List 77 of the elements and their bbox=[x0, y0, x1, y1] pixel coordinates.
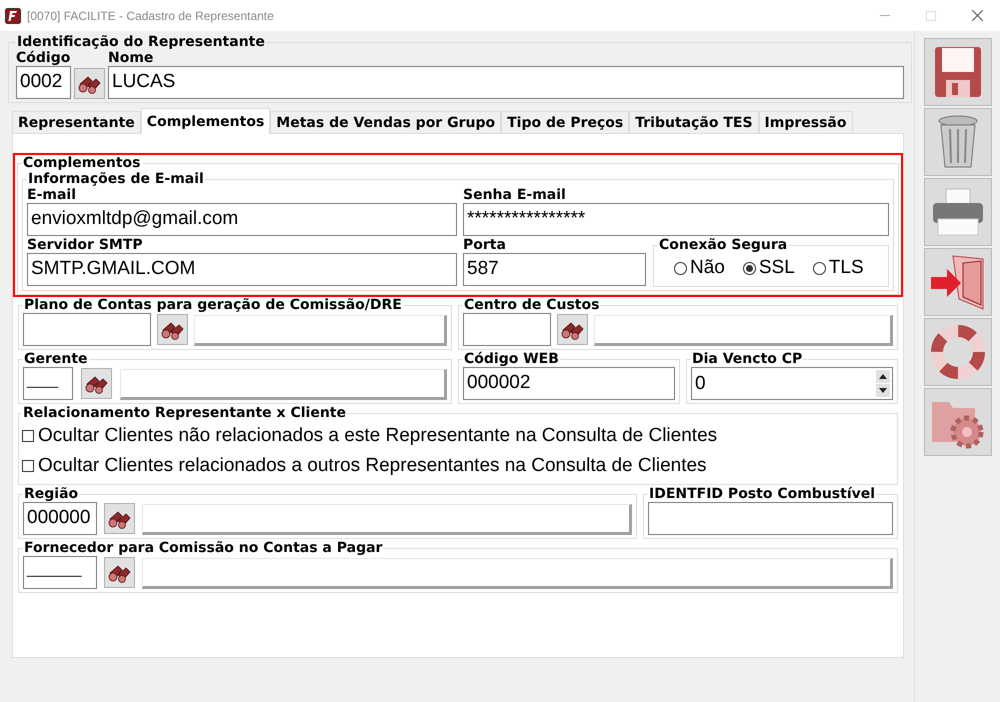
tab[interactable]: Complementos bbox=[140, 108, 270, 134]
spin-up-icon[interactable] bbox=[876, 370, 890, 383]
lifebuoy-icon bbox=[930, 324, 986, 380]
toolbar-button[interactable] bbox=[924, 318, 992, 386]
radio-option[interactable]: TLS bbox=[812, 253, 864, 283]
group-title: Informações de E-mail bbox=[27, 171, 205, 187]
group-title: Centro de Custos bbox=[463, 297, 600, 313]
input-field[interactable] bbox=[648, 502, 893, 535]
search-button[interactable] bbox=[81, 368, 112, 399]
input-field[interactable]: 587 bbox=[463, 253, 646, 286]
search-button[interactable] bbox=[557, 314, 588, 345]
close-icon bbox=[972, 10, 982, 21]
toolbar-button[interactable] bbox=[924, 38, 992, 106]
toolbar-button[interactable] bbox=[924, 108, 992, 176]
input-field[interactable]: ____ bbox=[23, 367, 73, 400]
toolbar-button[interactable] bbox=[924, 248, 992, 316]
tab[interactable]: Representante bbox=[12, 111, 141, 133]
input-field[interactable]: 000000 bbox=[23, 502, 97, 535]
field-label: Código bbox=[16, 50, 71, 66]
group-title: Relacionamento Representante x Cliente bbox=[22, 405, 347, 421]
app-logo-icon bbox=[5, 8, 21, 24]
input-field[interactable]: _______ bbox=[23, 556, 97, 589]
spin-down-icon[interactable] bbox=[876, 384, 890, 397]
binoculars-icon bbox=[160, 320, 184, 340]
toolbar-button[interactable] bbox=[924, 388, 992, 456]
radio-button[interactable] bbox=[742, 262, 756, 274]
input-field[interactable] bbox=[23, 313, 151, 346]
group-title: Fornecedor para Comissão no Contas a Pagar bbox=[23, 540, 384, 556]
field-value: 0 bbox=[695, 372, 707, 396]
group-title: Conexão Segura bbox=[658, 237, 788, 253]
input-field[interactable] bbox=[463, 313, 551, 346]
input-field[interactable]: 000002 bbox=[463, 367, 675, 400]
tab[interactable]: Tributação TES bbox=[629, 111, 759, 133]
group-title: Gerente bbox=[23, 351, 89, 367]
search-button[interactable] bbox=[157, 314, 188, 345]
field-label: E-mail bbox=[27, 187, 78, 203]
radio-button[interactable] bbox=[674, 262, 687, 274]
group-title: Complementos bbox=[22, 155, 142, 171]
window-title: [0070] FACILITE - Cadastro de Representante bbox=[27, 8, 274, 24]
minimize-icon bbox=[880, 15, 890, 16]
tab[interactable]: Tipo de Preços bbox=[501, 111, 630, 133]
checkbox[interactable] bbox=[22, 460, 34, 472]
group-title: Região bbox=[23, 486, 80, 502]
binoculars-icon bbox=[78, 74, 102, 94]
search-button[interactable] bbox=[74, 68, 105, 99]
input-field[interactable]: 0002 bbox=[16, 66, 71, 99]
group-title: Plano de Contas para geração de Comissão/DRE bbox=[23, 297, 403, 313]
field-label: Senha E-mail bbox=[463, 187, 567, 203]
tab[interactable]: Metas de Vendas por Grupo bbox=[270, 111, 502, 133]
field-label: Porta bbox=[463, 237, 507, 253]
search-button[interactable] bbox=[104, 503, 135, 534]
field-label: Nome bbox=[108, 50, 154, 66]
group-title: Código WEB bbox=[463, 351, 560, 367]
radio-option[interactable]: SSL bbox=[742, 253, 795, 283]
group-title: IDENTFID Posto Combustível bbox=[648, 486, 876, 502]
group-title: Dia Vencto CP bbox=[691, 351, 804, 367]
checkbox-option[interactable]: Ocultar Clientes relacionados a outros Representantes na Consulta de Clientes bbox=[22, 451, 893, 481]
field-label: Servidor SMTP bbox=[27, 237, 144, 253]
input-field[interactable]: LUCAS bbox=[108, 66, 904, 99]
toolbar-button[interactable] bbox=[924, 178, 992, 246]
checkbox[interactable] bbox=[22, 430, 34, 442]
radio-button[interactable] bbox=[812, 262, 826, 274]
maximize-icon bbox=[926, 10, 936, 20]
input-field[interactable]: **************** bbox=[463, 203, 889, 236]
checkbox-option[interactable]: Ocultar Clientes não relacionados a este Representante na Consulta de Clientes bbox=[22, 421, 893, 451]
input-field[interactable]: envioxmltdp@gmail.com bbox=[27, 203, 457, 236]
tab[interactable]: Impressão bbox=[758, 111, 852, 133]
radio-option[interactable]: Não bbox=[674, 253, 725, 283]
search-button[interactable] bbox=[104, 557, 135, 588]
binoculars-icon bbox=[108, 562, 132, 582]
group-title: Identificação do Representante bbox=[16, 34, 266, 50]
binoculars-icon bbox=[108, 508, 132, 528]
binoculars-icon bbox=[84, 374, 108, 394]
input-field[interactable]: SMTP.GMAIL.COM bbox=[27, 253, 457, 286]
binoculars-icon bbox=[560, 320, 584, 340]
exit-door-icon bbox=[928, 253, 986, 311]
spin-field[interactable]: 0 bbox=[691, 367, 893, 400]
